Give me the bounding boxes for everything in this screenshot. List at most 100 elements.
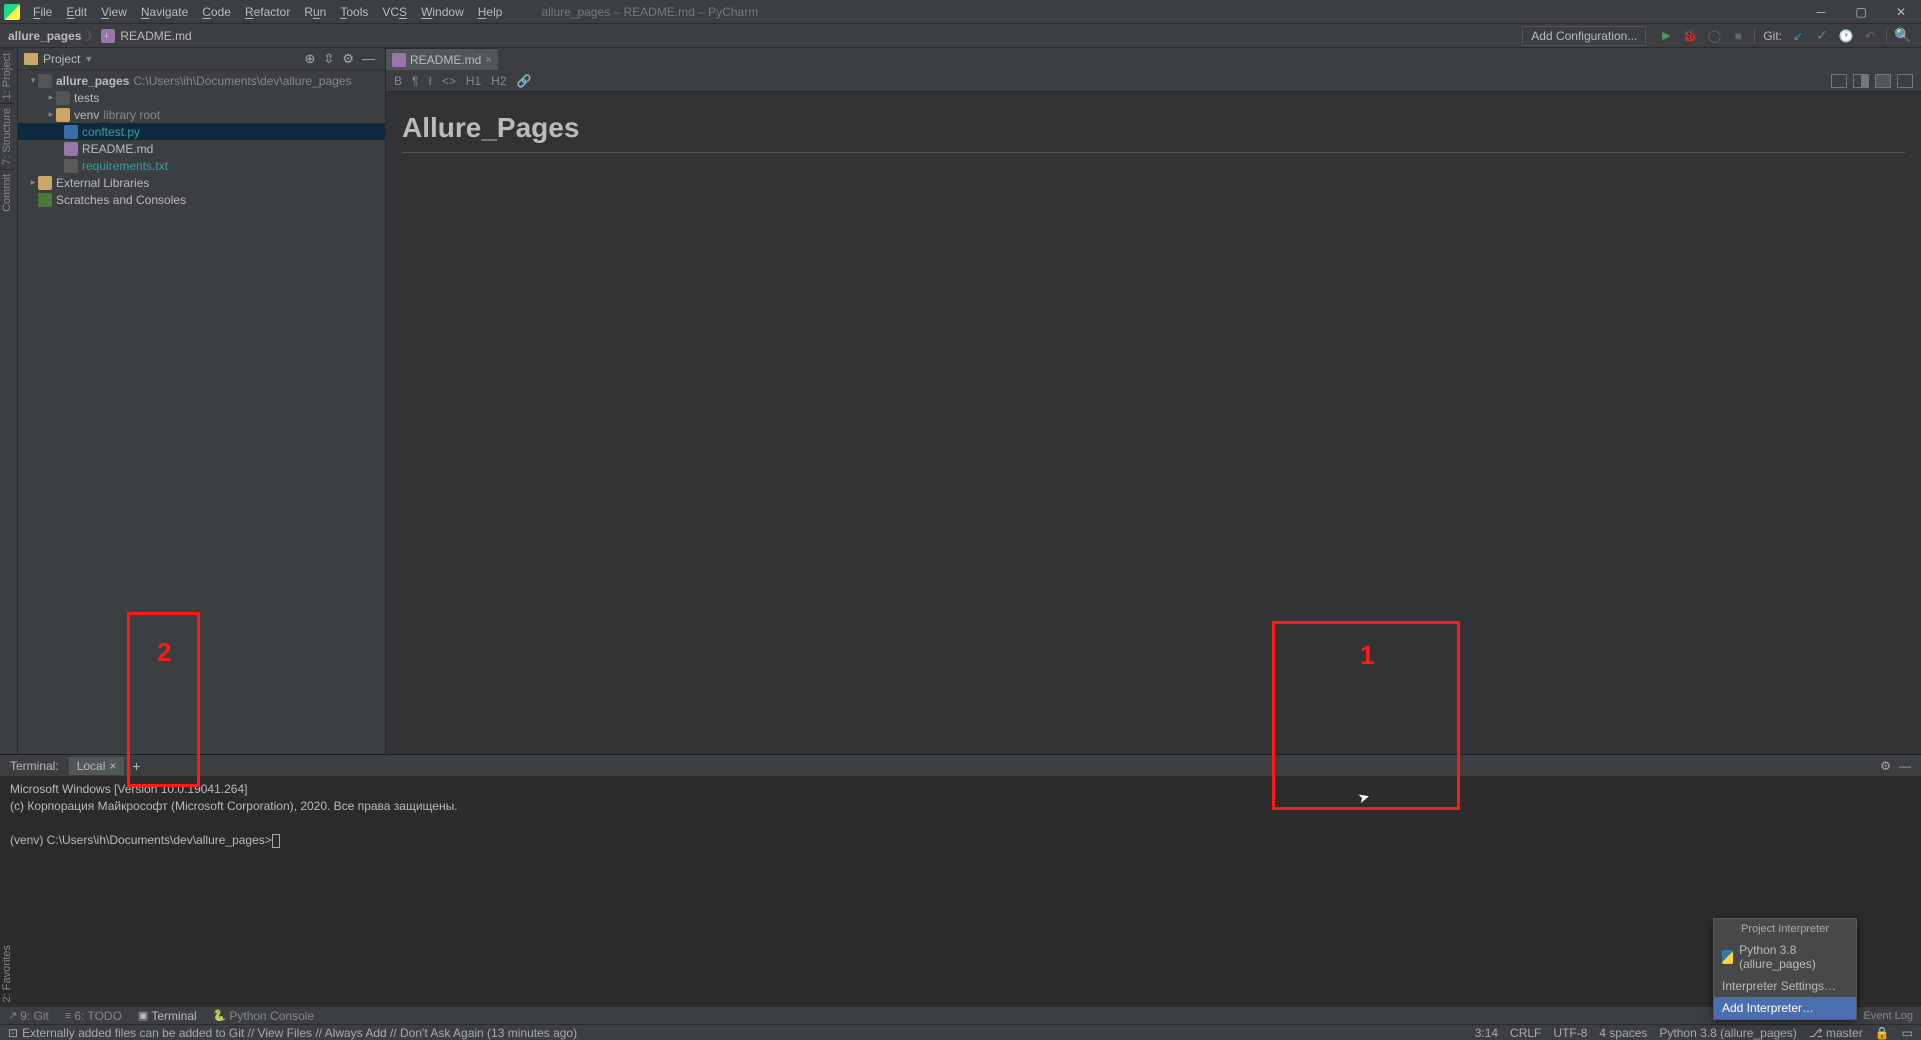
terminal-tool-tab[interactable]: ▣ Terminal (138, 1009, 197, 1023)
editor-area: README.md × B ¶ I <> H1 H2 🔗 Allure_Page… (386, 48, 1921, 754)
debug-button[interactable]: 🐞 (1681, 27, 1699, 45)
scratches-icon (38, 193, 52, 207)
menu-code[interactable]: Code (195, 3, 238, 21)
maximize-button[interactable]: ▢ (1841, 0, 1881, 24)
md-link-button[interactable]: 🔗 (517, 74, 532, 88)
popup-current-interpreter[interactable]: Python 3.8 (allure_pages) (1714, 939, 1856, 975)
status-message[interactable]: Externally added files can be added to G… (22, 1026, 1463, 1040)
breadcrumb-root[interactable]: allure_pages (6, 29, 83, 43)
chevron-down-icon[interactable]: ▾ (28, 75, 38, 86)
git-tool-tab[interactable]: ↗ 9: Git (8, 1009, 49, 1023)
git-commit-button[interactable]: ✓ (1813, 27, 1831, 45)
tree-item-conftest[interactable]: conftest.py (18, 123, 385, 140)
project-panel: Project ▼ ⊕ ⇳ ⚙ — ▾ allure_pages C:\User… (18, 48, 386, 754)
add-terminal-tab-button[interactable]: + (132, 758, 140, 774)
tree-item-scratches[interactable]: Scratches and Consoles (18, 191, 385, 208)
git-branch[interactable]: ⎇ master (1809, 1026, 1863, 1040)
popup-interpreter-settings[interactable]: Interpreter Settings… (1714, 975, 1856, 997)
tree-item-label: README.md (82, 142, 153, 156)
close-window-button[interactable]: ✕ (1881, 0, 1921, 24)
git-pull-button[interactable]: ↙ (1789, 27, 1807, 45)
preview-only-view-button[interactable] (1875, 74, 1891, 88)
interpreter-status[interactable]: Python 3.8 (allure_pages) (1659, 1026, 1796, 1040)
memory-icon[interactable]: ▭ (1902, 1026, 1913, 1040)
tree-item-external-libraries[interactable]: ▸ External Libraries (18, 174, 385, 191)
locate-icon[interactable]: ⊕ (305, 51, 316, 67)
left-sidebar: 1: Project 7: Structure Commit (0, 48, 18, 754)
gear-icon[interactable]: ⚙ (1880, 759, 1891, 773)
popup-item-label: Python 3.8 (allure_pages) (1739, 943, 1848, 971)
gear-icon[interactable]: ⚙ (342, 51, 354, 67)
sidebar-project-tab[interactable]: 1: Project (0, 48, 14, 103)
search-everywhere-button[interactable]: 🔍 (1894, 27, 1912, 45)
git-revert-button[interactable]: ↶ (1861, 27, 1879, 45)
markdown-file-icon (392, 53, 406, 67)
popup-add-interpreter[interactable]: Add Interpreter… (1714, 997, 1856, 1019)
md-code-button[interactable]: <> (442, 74, 456, 88)
md-h1-button[interactable]: H1 (466, 74, 481, 88)
project-panel-label[interactable]: Project (43, 52, 80, 66)
tree-root[interactable]: ▾ allure_pages C:\Users\ih\Documents\dev… (18, 72, 385, 89)
preview-heading: Allure_Pages (402, 112, 1905, 153)
expand-all-icon[interactable]: ⇳ (323, 51, 334, 67)
chevron-right-icon[interactable]: ▸ (28, 177, 38, 188)
chevron-right-icon[interactable]: ▸ (46, 109, 56, 120)
menu-window[interactable]: Window (414, 3, 471, 21)
editor-tab[interactable]: README.md × (386, 48, 498, 70)
split-view-button[interactable] (1853, 74, 1869, 88)
menu-tools[interactable]: Tools (333, 3, 375, 21)
menu-edit[interactable]: Edit (59, 3, 94, 21)
todo-tool-tab[interactable]: ≡ 6: TODO (65, 1009, 122, 1023)
terminal-body[interactable]: Microsoft Windows [Version 10.0.19041.26… (0, 777, 1921, 1006)
encoding[interactable]: UTF-8 (1553, 1026, 1587, 1040)
event-log-tab[interactable]: Event Log (1863, 1010, 1913, 1022)
md-h2-button[interactable]: H2 (491, 74, 506, 88)
breadcrumb-file[interactable]: README.md (118, 29, 193, 43)
git-history-button[interactable]: 🕐 (1837, 27, 1855, 45)
markdown-file-icon (64, 142, 78, 156)
close-tab-icon[interactable]: × (485, 54, 491, 66)
python-console-tool-tab[interactable]: 🐍 Python Console (213, 1009, 314, 1023)
menu-view[interactable]: View (94, 3, 134, 21)
line-ending[interactable]: CRLF (1510, 1026, 1541, 1040)
menu-run[interactable]: Run (297, 3, 333, 21)
folder-icon (56, 91, 70, 105)
menu-navigate[interactable]: Navigate (134, 3, 195, 21)
md-bold-button[interactable]: B (394, 74, 402, 88)
editor-tabs: README.md × (386, 48, 1921, 70)
indent[interactable]: 4 spaces (1599, 1026, 1647, 1040)
python-icon (1722, 950, 1733, 964)
tree-item-venv[interactable]: ▸ venv library root (18, 106, 385, 123)
preview-view-button2[interactable] (1897, 74, 1913, 88)
lock-icon[interactable]: 🔒 (1875, 1026, 1890, 1040)
editor-only-view-button[interactable] (1831, 74, 1847, 88)
sidebar-favorites-tab[interactable]: 2: Favorites (0, 941, 14, 1006)
menu-help[interactable]: Help (471, 3, 510, 21)
markdown-file-icon (101, 29, 115, 43)
terminal-tabs: Terminal: Local× + ⚙ — (0, 755, 1921, 777)
add-configuration-button[interactable]: Add Configuration... (1522, 26, 1646, 46)
close-tab-icon[interactable]: × (109, 759, 116, 773)
terminal-tab-local[interactable]: Local× (69, 757, 125, 775)
tree-item-requirements[interactable]: requirements.txt (18, 157, 385, 174)
menu-file[interactable]: File (26, 3, 59, 21)
run-coverage-button[interactable]: ◯ (1705, 27, 1723, 45)
markdown-preview[interactable]: Allure_Pages (386, 92, 1921, 754)
terminal-prompt: (venv) C:\Users\ih\Documents\dev\allure_… (10, 833, 272, 847)
menu-refactor[interactable]: Refactor (238, 3, 297, 21)
hide-panel-icon[interactable]: — (362, 51, 375, 66)
chevron-down-icon[interactable]: ▼ (84, 54, 93, 64)
tree-item-tests[interactable]: ▸ tests (18, 89, 385, 106)
stop-button[interactable]: ■ (1729, 27, 1747, 45)
run-button[interactable]: ▶ (1657, 27, 1675, 45)
minimize-button[interactable]: ─ (1801, 0, 1841, 24)
md-paragraph-button[interactable]: ¶ (412, 74, 418, 88)
md-italic-button[interactable]: I (428, 74, 431, 88)
hide-panel-icon[interactable]: — (1899, 759, 1911, 773)
chevron-right-icon[interactable]: ▸ (46, 92, 56, 103)
sidebar-structure-tab[interactable]: 7: Structure (0, 103, 14, 169)
sidebar-commit-tab[interactable]: Commit (0, 169, 14, 216)
cursor-position[interactable]: 3:14 (1475, 1026, 1498, 1040)
tree-item-readme[interactable]: README.md (18, 140, 385, 157)
menu-vcs[interactable]: VCS (375, 3, 414, 21)
